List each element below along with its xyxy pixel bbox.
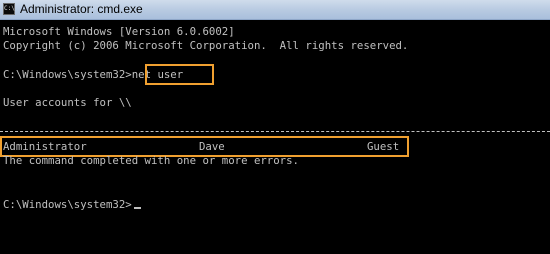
text-cursor: [133, 207, 141, 209]
completion-message: The command completed with one or more e…: [3, 154, 299, 167]
prompt-text-2: C:\Windows\system32>: [3, 198, 132, 211]
command-highlight-box: [145, 64, 214, 85]
prompt-text: C:\Windows\system32>: [3, 68, 132, 81]
console-output[interactable]: Microsoft Windows [Version 6.0.6002] Cop…: [0, 20, 550, 254]
version-line: Microsoft Windows [Version 6.0.6002]: [3, 25, 235, 38]
copyright-line: Copyright (c) 2006 Microsoft Corporation…: [3, 39, 409, 52]
command-prompt-window: C:\ Administrator: cmd.exe Microsoft Win…: [0, 0, 550, 254]
title-bar[interactable]: C:\ Administrator: cmd.exe: [0, 0, 550, 20]
prompt-line-2: C:\Windows\system32>: [3, 198, 141, 211]
window-title: Administrator: cmd.exe: [20, 2, 143, 16]
accounts-header: User accounts for \\: [3, 96, 132, 109]
separator-line: [0, 131, 550, 132]
cmd-icon: C:\: [3, 3, 15, 15]
